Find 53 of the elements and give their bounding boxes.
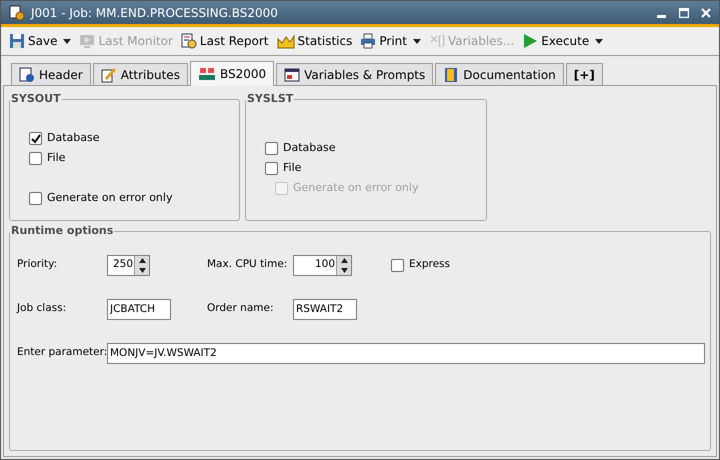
tab[interactable]: BS2000 <box>190 61 274 86</box>
window-title: J001 - Job: MM.END.PROCESSING.BS2000 <box>31 4 279 22</box>
checkbox-label: File <box>47 150 66 166</box>
dropdown-arrow-icon[interactable] <box>595 38 604 44</box>
checkbox[interactable] <box>391 258 404 272</box>
tab[interactable]: Attributes <box>92 63 188 85</box>
toolbar-button[interactable]: Last Report <box>180 32 268 50</box>
document-info-icon <box>19 66 35 82</box>
tab[interactable]: Variables & Prompts <box>276 63 434 85</box>
checkbox[interactable] <box>265 142 278 155</box>
group-title: SYSOUT <box>10 91 62 107</box>
checkbox[interactable] <box>29 132 42 145</box>
text-field[interactable]: RSWAIT2 <box>293 298 357 320</box>
checkbox-label: Database <box>283 140 336 156</box>
play-icon <box>522 33 538 49</box>
variables-icon <box>428 33 445 49</box>
checkbox[interactable] <box>29 152 42 165</box>
text-field[interactable]: MONJV=JV.WSWAIT2 <box>107 342 705 364</box>
checkbox-label: Generate on error only <box>47 190 172 206</box>
field-label: Order name: <box>207 301 274 316</box>
field-label: Max. CPU time: <box>207 257 288 272</box>
spinner-field[interactable]: 100 <box>293 254 352 276</box>
checkbox[interactable] <box>29 192 42 205</box>
group-title: Runtime options <box>10 223 114 239</box>
toolbar-button[interactable]: Print <box>360 32 407 50</box>
book-icon <box>443 66 460 82</box>
window-icon <box>284 66 300 82</box>
toolbar-button[interactable]: Execute <box>522 32 590 50</box>
checkbox[interactable] <box>265 162 278 175</box>
tab[interactable]: Header <box>11 63 91 85</box>
tab[interactable]: Documentation <box>435 63 564 85</box>
tab[interactable]: [+] <box>566 63 603 85</box>
checkbox-label: Database <box>47 130 100 146</box>
field-label: Enter parameter: <box>17 345 107 360</box>
checkbox-label: Generate on error only <box>293 180 418 196</box>
toolbar-button[interactable]: Save <box>9 32 58 50</box>
close-icon[interactable] <box>701 8 711 18</box>
maximize-icon[interactable] <box>679 8 689 18</box>
logo-icon <box>198 66 216 82</box>
dropdown-arrow-icon[interactable] <box>63 38 72 44</box>
checkmark-icon <box>30 134 40 144</box>
group-title: SYSLST <box>246 91 294 107</box>
field-label: Priority: <box>17 257 58 272</box>
printer-icon <box>360 33 376 49</box>
checkbox-label: Express <box>409 257 450 272</box>
monitor-icon <box>79 33 96 49</box>
field-label: Job class: <box>17 301 68 316</box>
spinner-field[interactable]: 250 <box>107 254 150 276</box>
toolbar-button[interactable]: Statistics <box>276 32 352 50</box>
pencil-document-icon <box>100 66 117 82</box>
chart-icon <box>276 33 294 49</box>
dropdown-arrow-icon[interactable] <box>412 38 421 44</box>
checkbox-label: File <box>283 160 302 176</box>
